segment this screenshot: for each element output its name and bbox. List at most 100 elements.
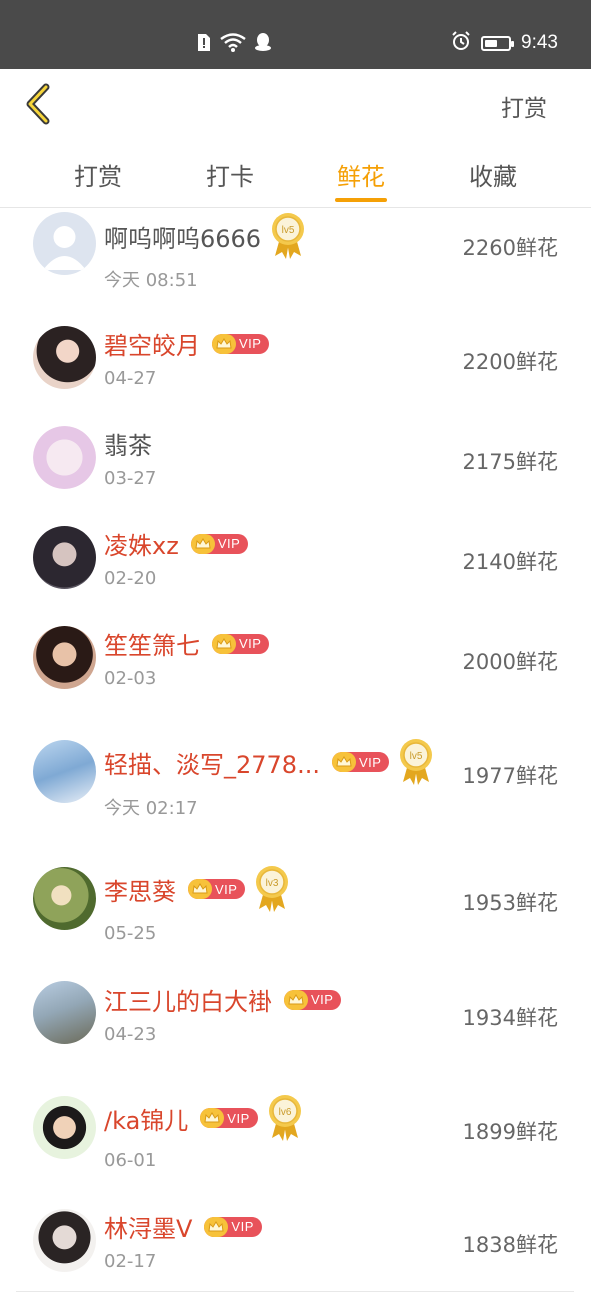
list-item[interactable]: 李思葵 VIP lv3 05-25 1953鲜花 bbox=[16, 835, 574, 965]
chevron-left-icon bbox=[26, 83, 50, 125]
user-name-line: 啊呜啊呜6666 lv5 bbox=[104, 212, 305, 260]
user-name[interactable]: 笙笙箫七 bbox=[104, 626, 200, 661]
vip-label: VIP bbox=[215, 881, 238, 897]
tab-reward[interactable]: 打赏 bbox=[74, 157, 122, 192]
timestamp: 03-27 bbox=[104, 468, 157, 489]
crown-icon bbox=[212, 633, 236, 654]
tab-checkin[interactable]: 打卡 bbox=[206, 157, 254, 192]
list-item[interactable]: 江三儿的白大褂 VIP 04-23 1934鲜花 bbox=[16, 964, 574, 1065]
timestamp: 05-25 bbox=[104, 923, 157, 944]
active-tab-indicator bbox=[335, 198, 387, 202]
vip-label: VIP bbox=[231, 1219, 254, 1234]
avatar[interactable] bbox=[33, 740, 96, 803]
user-name[interactable]: 林浔墨V bbox=[104, 1209, 192, 1244]
user-name[interactable]: 李思葵 bbox=[104, 872, 176, 907]
level-medal-icon: lv6 bbox=[268, 1095, 301, 1141]
vip-label: VIP bbox=[239, 336, 262, 351]
avatar[interactable] bbox=[33, 626, 96, 689]
tab-label: 鲜花 bbox=[337, 163, 385, 191]
list-item[interactable]: 凌姝xz VIP 02-20 2140鲜花 bbox=[16, 508, 574, 609]
flower-count: 2175鲜花 bbox=[462, 450, 558, 474]
level-medal-icon: lv3 bbox=[256, 866, 289, 912]
crown-icon bbox=[212, 333, 236, 354]
tab-label: 打卡 bbox=[206, 163, 254, 191]
timestamp: 02-17 bbox=[104, 1251, 157, 1272]
vip-badge: VIP bbox=[284, 989, 342, 1010]
tab-bar: 打赏 打卡 鲜花 收藏 bbox=[0, 139, 591, 208]
tab-favorites[interactable]: 收藏 bbox=[469, 157, 517, 192]
vip-badge: VIP bbox=[204, 1216, 262, 1237]
tab-label: 打赏 bbox=[74, 163, 122, 191]
user-name[interactable]: 轻描、淡写_2778... bbox=[104, 745, 320, 780]
timestamp: 今天 08:51 bbox=[104, 270, 198, 291]
user-name-line: 笙笙箫七 VIP bbox=[104, 626, 270, 661]
qq-icon bbox=[254, 32, 272, 56]
avatar[interactable] bbox=[33, 1209, 96, 1272]
battery-icon bbox=[481, 35, 515, 51]
tab-flowers[interactable]: 鲜花 bbox=[335, 157, 387, 202]
header: 打赏 bbox=[0, 69, 591, 139]
timestamp: 06-01 bbox=[104, 1150, 157, 1171]
avatar[interactable] bbox=[33, 426, 96, 489]
flower-count: 1838鲜花 bbox=[462, 1233, 558, 1257]
list-item[interactable]: 啊呜啊呜6666 lv5 今天 08:51 2260鲜花 bbox=[16, 208, 574, 309]
default-avatar-icon[interactable] bbox=[33, 212, 96, 275]
user-name[interactable]: 江三儿的白大褂 bbox=[104, 982, 272, 1017]
vip-label: VIP bbox=[227, 1110, 250, 1126]
avatar[interactable] bbox=[33, 526, 96, 589]
user-name-line: 林浔墨V VIP bbox=[104, 1209, 262, 1244]
flower-count: 2260鲜花 bbox=[462, 236, 558, 260]
flower-count: 1899鲜花 bbox=[462, 1120, 558, 1144]
crown-icon bbox=[188, 879, 212, 899]
level-medal-label: lv3 bbox=[266, 878, 279, 889]
avatar[interactable] bbox=[33, 981, 96, 1044]
crown-icon bbox=[331, 752, 356, 772]
user-name[interactable]: /ka锦儿 bbox=[104, 1101, 188, 1136]
user-name-line: 江三儿的白大褂 VIP bbox=[104, 982, 342, 1017]
user-name[interactable]: 翡茶 bbox=[104, 426, 152, 461]
level-medal-label: lv5 bbox=[410, 751, 423, 762]
status-bar: 9:43 bbox=[0, 0, 591, 69]
list-item[interactable]: 轻描、淡写_2778... VIP lv5 今天 02:17 1977鲜花 bbox=[16, 708, 574, 836]
vip-badge: VIP bbox=[212, 633, 270, 654]
back-button[interactable] bbox=[22, 83, 56, 125]
vip-label: VIP bbox=[217, 536, 241, 551]
user-name-line: 李思葵 VIP lv3 bbox=[104, 865, 289, 913]
list-item[interactable]: 林浔墨V VIP 02-17 1838鲜花 bbox=[16, 1191, 574, 1292]
wifi-icon bbox=[220, 32, 246, 56]
level-medal-label: lv5 bbox=[282, 225, 295, 236]
vip-label: VIP bbox=[311, 992, 334, 1007]
avatar[interactable] bbox=[33, 1096, 96, 1159]
user-name[interactable]: 凌姝xz bbox=[104, 526, 179, 561]
vip-badge: VIP bbox=[190, 533, 249, 554]
vip-badge: VIP bbox=[200, 1108, 258, 1128]
flower-count: 1934鲜花 bbox=[462, 1006, 558, 1030]
flower-count: 1953鲜花 bbox=[462, 891, 558, 915]
reward-action-button[interactable]: 打赏 bbox=[501, 89, 547, 123]
avatar[interactable] bbox=[33, 867, 96, 930]
timestamp: 今天 02:17 bbox=[104, 798, 198, 819]
level-medal-label: lv6 bbox=[278, 1107, 291, 1118]
crown-icon bbox=[190, 533, 215, 554]
avatar[interactable] bbox=[33, 326, 96, 389]
clock: 9:43 bbox=[521, 32, 558, 53]
user-name-line: 凌姝xz VIP bbox=[104, 526, 249, 561]
user-name[interactable]: 碧空皎月 bbox=[104, 326, 200, 361]
user-name-line: /ka锦儿 VIP lv6 bbox=[104, 1094, 302, 1142]
vip-badge: VIP bbox=[331, 752, 390, 772]
list-item[interactable]: 碧空皎月 VIP 04-27 2200鲜花 bbox=[16, 308, 574, 409]
status-icons-center bbox=[196, 32, 272, 56]
alarm-icon bbox=[451, 31, 471, 55]
user-name[interactable]: 啊呜啊呜6666 bbox=[104, 219, 261, 254]
user-name-line: 碧空皎月 VIP bbox=[104, 326, 270, 361]
crown-icon bbox=[204, 1216, 229, 1237]
list-item[interactable]: 翡茶 03-27 2175鲜花 bbox=[16, 408, 574, 509]
flower-count: 2140鲜花 bbox=[462, 550, 558, 574]
vip-badge: VIP bbox=[212, 333, 270, 354]
user-name-line: 翡茶 bbox=[104, 426, 152, 461]
flower-count: 2200鲜花 bbox=[462, 350, 558, 374]
list-item[interactable]: /ka锦儿 VIP lv6 06-01 1899鲜花 bbox=[16, 1064, 574, 1192]
vip-label: VIP bbox=[239, 636, 262, 651]
level-medal-icon: lv5 bbox=[400, 739, 433, 785]
list-item[interactable]: 笙笙箫七 VIP 02-03 2000鲜花 bbox=[16, 608, 574, 709]
